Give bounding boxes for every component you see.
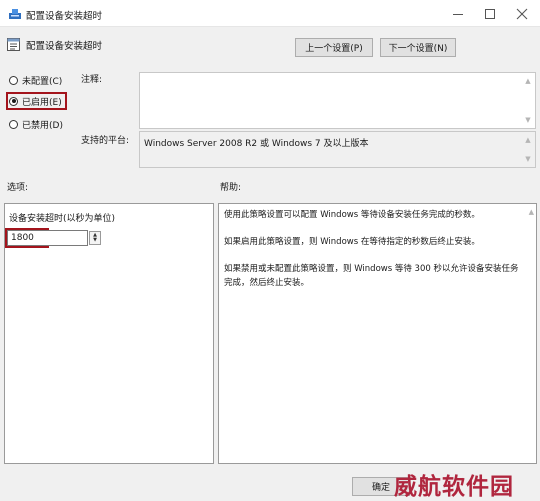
previous-setting-button[interactable]: 上一个设置(P) — [295, 38, 373, 57]
timeout-input[interactable]: 1800 — [7, 230, 88, 246]
help-panel: 使用此策略设置可以配置 Windows 等待设备安装任务完成的秒数。 如果启用此… — [218, 203, 537, 464]
radio-label: 已启用(E) — [22, 97, 62, 108]
policy-setting-icon — [7, 38, 20, 51]
help-paragraph: 如果禁用或未配置此策略设置，则 Windows 等待 300 秒以允许设备安装任… — [224, 264, 519, 288]
radio-circle[interactable] — [9, 75, 18, 85]
setting-heading: 配置设备安装超时 — [26, 41, 103, 52]
platform-value: Windows Server 2008 R2 或 Windows 7 及以上版本 — [144, 139, 369, 149]
help-paragraph: 使用此策略设置可以配置 Windows 等待设备安装任务完成的秒数。 — [224, 210, 480, 220]
radio-not-configured[interactable]: 未配置(C) — [9, 73, 62, 87]
scroll-up-icon[interactable]: ▲ — [525, 136, 530, 144]
platform-label: 支持的平台: — [81, 136, 130, 146]
help-paragraph: 如果启用此策略设置，则 Windows 在等待指定的秒数后终止安装。 — [224, 237, 480, 247]
radio-enabled[interactable]: 已启用(E) — [9, 94, 62, 108]
options-section-label: 选项: — [7, 183, 29, 193]
help-scroll-up-icon[interactable]: ▲ — [529, 208, 534, 216]
timeout-spinner[interactable]: ▲ ▼ — [89, 231, 101, 245]
comment-scrollbar[interactable]: ▲ ▼ — [521, 73, 535, 128]
radio-label: 已禁用(D) — [22, 120, 63, 131]
policy-window-icon — [9, 9, 21, 19]
maximize-icon — [485, 8, 495, 19]
help-section-label: 帮助: — [220, 183, 242, 193]
close-button[interactable] — [504, 0, 540, 27]
next-setting-button[interactable]: 下一个设置(N) — [380, 38, 456, 57]
radio-disabled[interactable]: 已禁用(D) — [9, 117, 63, 131]
radio-label: 未配置(C) — [22, 76, 63, 87]
comment-label: 注释: — [81, 75, 103, 85]
scroll-down-icon[interactable]: ▼ — [525, 155, 530, 163]
scroll-up-icon[interactable]: ▲ — [525, 77, 530, 85]
platform-scrollbar[interactable]: ▲ ▼ — [521, 132, 535, 167]
spin-down-icon[interactable]: ▼ — [93, 238, 97, 243]
close-icon — [516, 8, 528, 19]
platform-field: Windows Server 2008 R2 或 Windows 7 及以上版本… — [139, 131, 536, 168]
window-title: 配置设备安装超时 — [26, 11, 103, 22]
minimize-button[interactable] — [440, 0, 476, 27]
radio-circle-selected[interactable] — [9, 96, 18, 106]
maximize-button[interactable] — [472, 0, 508, 27]
radio-circle[interactable] — [9, 119, 18, 129]
timeout-field-label: 设备安装超时(以秒为单位) — [9, 214, 116, 224]
watermark-logo: 威航软件园 — [394, 473, 514, 500]
minimize-icon — [453, 13, 463, 15]
scroll-down-icon[interactable]: ▼ — [525, 116, 530, 124]
title-bar: 配置设备安装超时 — [0, 0, 540, 27]
comment-textarea[interactable]: ▲ ▼ — [139, 72, 536, 129]
timeout-value: 1800 — [11, 233, 34, 243]
